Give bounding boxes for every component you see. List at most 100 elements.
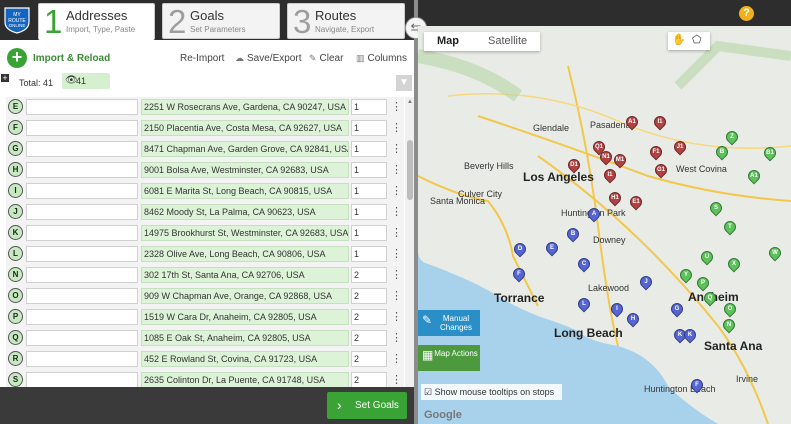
- name-field[interactable]: [26, 141, 138, 157]
- tab-addresses[interactable]: 1 Addresses Import, Type, Paste: [38, 3, 155, 40]
- name-field[interactable]: [26, 120, 138, 136]
- address-field[interactable]: 8462 Moody St, La Palma, CA 90623, USA: [141, 204, 349, 220]
- quantity-field[interactable]: 2: [351, 309, 387, 325]
- route-online-logo[interactable]: MY ROUTE ONLINE: [4, 6, 30, 34]
- quantity-field[interactable]: 2: [351, 351, 387, 367]
- row-menu-icon[interactable]: ⋮: [391, 121, 402, 134]
- address-field[interactable]: 8471 Chapman Ave, Garden Grove, CA 92841…: [141, 141, 349, 157]
- name-field[interactable]: [26, 288, 138, 304]
- name-field[interactable]: [26, 351, 138, 367]
- polygon-icon[interactable]: ⬠: [692, 33, 702, 46]
- clear-button[interactable]: ✎ Clear: [309, 53, 343, 64]
- row-menu-icon[interactable]: ⋮: [391, 184, 402, 197]
- stop-marker[interactable]: P: [8, 309, 23, 324]
- row-menu-icon[interactable]: ⋮: [391, 142, 402, 155]
- manual-changes-label: Manual Changes: [439, 314, 473, 332]
- row-menu-icon[interactable]: ⋮: [391, 205, 402, 218]
- map-actions-button[interactable]: ▦ Map Actions: [418, 345, 480, 371]
- stop-marker[interactable]: E: [8, 99, 23, 114]
- stop-marker[interactable]: N: [8, 267, 23, 282]
- row-menu-icon[interactable]: ⋮: [391, 352, 402, 365]
- tab-routes[interactable]: 3 Routes Navigate, Export: [287, 3, 405, 40]
- name-field[interactable]: [26, 225, 138, 241]
- expand-icon[interactable]: +: [1, 74, 9, 83]
- quantity-field[interactable]: 1: [351, 204, 387, 220]
- row-menu-icon[interactable]: ⋮: [391, 310, 402, 323]
- address-field[interactable]: 2150 Placentia Ave, Costa Mesa, CA 92627…: [141, 120, 349, 136]
- quantity-field[interactable]: 2: [351, 330, 387, 346]
- quantity-field[interactable]: 1: [351, 141, 387, 157]
- address-field[interactable]: 2251 W Rosecrans Ave, Gardena, CA 90247,…: [141, 99, 349, 115]
- address-field[interactable]: 909 W Chapman Ave, Orange, CA 92868, USA: [141, 288, 349, 304]
- row-menu-icon[interactable]: ⋮: [391, 289, 402, 302]
- filter-icon[interactable]: ▼: [396, 75, 412, 91]
- stop-marker[interactable]: S: [8, 372, 23, 387]
- import-plus-icon[interactable]: +: [7, 48, 27, 68]
- quantity-field[interactable]: 2: [351, 267, 387, 283]
- stop-marker[interactable]: R: [8, 351, 23, 366]
- set-goals-button[interactable]: › Set Goals: [327, 392, 407, 419]
- save-export-button[interactable]: ☁ Save/Export: [235, 53, 301, 64]
- address-field[interactable]: 1519 W Cara Dr, Anaheim, CA 92805, USA: [141, 309, 349, 325]
- visible-count-badge[interactable]: 👁 41: [62, 73, 110, 89]
- tooltips-toggle[interactable]: ☑ Show mouse tooltips on stops: [421, 384, 562, 400]
- stop-marker[interactable]: I: [8, 183, 23, 198]
- stop-marker[interactable]: J: [8, 204, 23, 219]
- row-menu-icon[interactable]: ⋮: [391, 226, 402, 239]
- address-field[interactable]: 14975 Brookhurst St, Westminster, CA 926…: [141, 225, 349, 241]
- row-menu-icon[interactable]: ⋮: [391, 373, 402, 386]
- stop-marker[interactable]: G: [8, 141, 23, 156]
- name-field[interactable]: [26, 183, 138, 199]
- manual-changes-button[interactable]: ✎ Manual Changes: [418, 310, 480, 336]
- name-field[interactable]: [26, 330, 138, 346]
- reimport-button[interactable]: Re-Import: [180, 53, 224, 64]
- name-field[interactable]: [26, 162, 138, 178]
- stop-marker[interactable]: H: [8, 162, 23, 177]
- address-field[interactable]: 302 17th St, Santa Ana, CA 92706, USA: [141, 267, 349, 283]
- name-field[interactable]: [26, 99, 138, 115]
- stop-marker[interactable]: K: [8, 225, 23, 240]
- row-menu-icon[interactable]: ⋮: [391, 331, 402, 344]
- quantity-field[interactable]: 1: [351, 162, 387, 178]
- hand-icon[interactable]: ✋: [672, 33, 686, 46]
- address-field[interactable]: 452 E Rowland St, Covina, CA 91723, USA: [141, 351, 349, 367]
- address-field[interactable]: 2635 Colinton Dr, La Puente, CA 91748, U…: [141, 372, 349, 387]
- help-icon[interactable]: ?: [739, 6, 754, 21]
- scrollbar-thumb[interactable]: [407, 140, 413, 200]
- quantity-field[interactable]: 1: [351, 120, 387, 136]
- columns-button[interactable]: ▥ Columns: [356, 53, 407, 64]
- row-menu-icon[interactable]: ⋮: [391, 268, 402, 281]
- quantity-field[interactable]: 1: [351, 99, 387, 115]
- city-label: Irvine: [736, 374, 759, 384]
- address-field[interactable]: 6081 E Marita St, Long Beach, CA 90815, …: [141, 183, 349, 199]
- quantity-field[interactable]: 2: [351, 372, 387, 387]
- quantity-field[interactable]: 1: [351, 183, 387, 199]
- stop-marker[interactable]: O: [8, 288, 23, 303]
- address-field[interactable]: 9001 Bolsa Ave, Westminster, CA 92683, U…: [141, 162, 349, 178]
- quantity-field[interactable]: 2: [351, 288, 387, 304]
- row-menu-icon[interactable]: ⋮: [391, 163, 402, 176]
- name-field[interactable]: [26, 372, 138, 387]
- row-menu-icon[interactable]: ⋮: [391, 100, 402, 113]
- name-field[interactable]: [26, 246, 138, 262]
- stop-marker[interactable]: Q: [8, 330, 23, 345]
- name-field[interactable]: [26, 267, 138, 283]
- table-row: H 9001 Bolsa Ave, Westminster, CA 92683,…: [6, 160, 404, 181]
- import-reload-button[interactable]: Import & Reload: [33, 53, 110, 64]
- name-field[interactable]: [26, 204, 138, 220]
- stop-marker[interactable]: L: [8, 246, 23, 261]
- table-row: O 909 W Chapman Ave, Orange, CA 92868, U…: [6, 286, 404, 307]
- quantity-field[interactable]: 1: [351, 246, 387, 262]
- address-field[interactable]: 2328 Olive Ave, Long Beach, CA 90806, US…: [141, 246, 349, 262]
- scroll-up-icon[interactable]: ▲: [407, 99, 413, 105]
- quantity-field[interactable]: 1: [351, 225, 387, 241]
- checkbox-icon[interactable]: ☑: [424, 387, 432, 397]
- map-type-satellite[interactable]: Satellite: [488, 35, 527, 47]
- map-type-map[interactable]: Map: [437, 35, 459, 47]
- tab-goals[interactable]: 2 Goals Set Parameters: [162, 3, 280, 40]
- name-field[interactable]: [26, 309, 138, 325]
- stop-marker[interactable]: F: [8, 120, 23, 135]
- address-field[interactable]: 1085 E Oak St, Anaheim, CA 92805, USA: [141, 330, 349, 346]
- route-map[interactable]: Map Satellite ✋ ⬠ Glendale Pasadena Beve…: [418, 26, 791, 424]
- row-menu-icon[interactable]: ⋮: [391, 247, 402, 260]
